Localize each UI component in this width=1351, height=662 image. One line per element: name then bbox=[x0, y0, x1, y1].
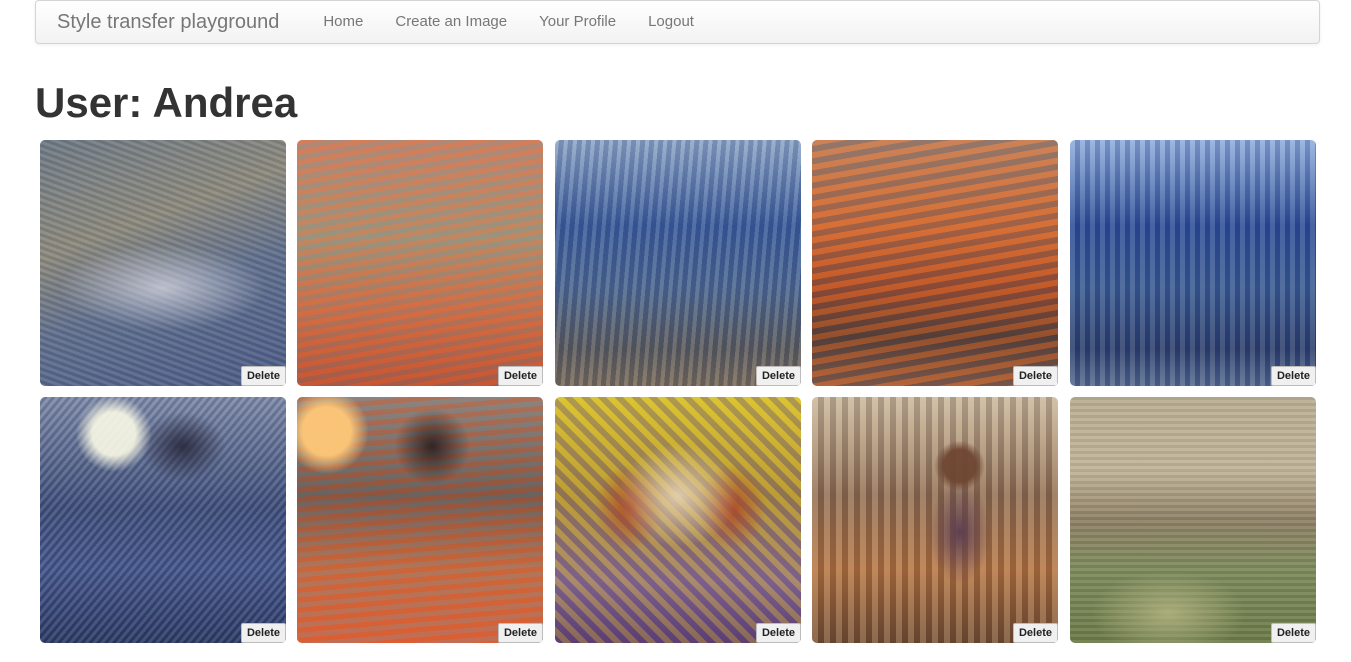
nav-home-link[interactable]: Home bbox=[307, 0, 379, 44]
nav-create-image-link[interactable]: Create an Image bbox=[379, 0, 523, 44]
styled-image-woman-dog-orange[interactable] bbox=[297, 397, 543, 643]
top-navbar: Style transfer playground Home Create an… bbox=[35, 0, 1320, 44]
nav-logout-link[interactable]: Logout bbox=[632, 0, 710, 44]
nav-links: Home Create an Image Your Profile Logout bbox=[307, 0, 710, 44]
delete-button[interactable]: Delete bbox=[240, 623, 286, 643]
gallery-tile: Delete bbox=[297, 397, 543, 643]
delete-button[interactable]: Delete bbox=[1270, 366, 1316, 386]
gallery-tile: Delete bbox=[297, 140, 543, 386]
brand-link[interactable]: Style transfer playground bbox=[36, 0, 307, 44]
styled-image-dog-cubist[interactable] bbox=[555, 397, 801, 643]
delete-button[interactable]: Delete bbox=[1012, 623, 1058, 643]
styled-image-woman-dog-blue[interactable] bbox=[40, 397, 286, 643]
gallery-tile: Delete bbox=[40, 140, 286, 386]
nav-profile-link[interactable]: Your Profile bbox=[523, 0, 632, 44]
styled-image-man-dog-kitchen[interactable] bbox=[812, 397, 1058, 643]
delete-button[interactable]: Delete bbox=[755, 623, 801, 643]
delete-button[interactable]: Delete bbox=[497, 623, 543, 643]
gallery-tile: Delete bbox=[1070, 397, 1316, 643]
gallery-tile: Delete bbox=[40, 397, 286, 643]
styled-image-bedroom-blue[interactable] bbox=[40, 140, 286, 386]
gallery-tile: Delete bbox=[555, 140, 801, 386]
delete-button[interactable]: Delete bbox=[497, 366, 543, 386]
delete-button[interactable]: Delete bbox=[240, 366, 286, 386]
styled-image-ballpark[interactable] bbox=[1070, 397, 1316, 643]
delete-button[interactable]: Delete bbox=[755, 366, 801, 386]
styled-image-hall-blue[interactable] bbox=[555, 140, 801, 386]
delete-button[interactable]: Delete bbox=[1012, 366, 1058, 386]
styled-image-hall-orange[interactable] bbox=[812, 140, 1058, 386]
delete-button[interactable]: Delete bbox=[1270, 623, 1316, 643]
gallery-tile: Delete bbox=[812, 140, 1058, 386]
gallery-tile: Delete bbox=[812, 397, 1058, 643]
gallery-tile: Delete bbox=[555, 397, 801, 643]
gallery-tile: Delete bbox=[1070, 140, 1316, 386]
styled-image-bedroom-orange[interactable] bbox=[297, 140, 543, 386]
styled-image-hall-deep-blue[interactable] bbox=[1070, 140, 1316, 386]
page-title: User: Andrea bbox=[35, 79, 298, 126]
